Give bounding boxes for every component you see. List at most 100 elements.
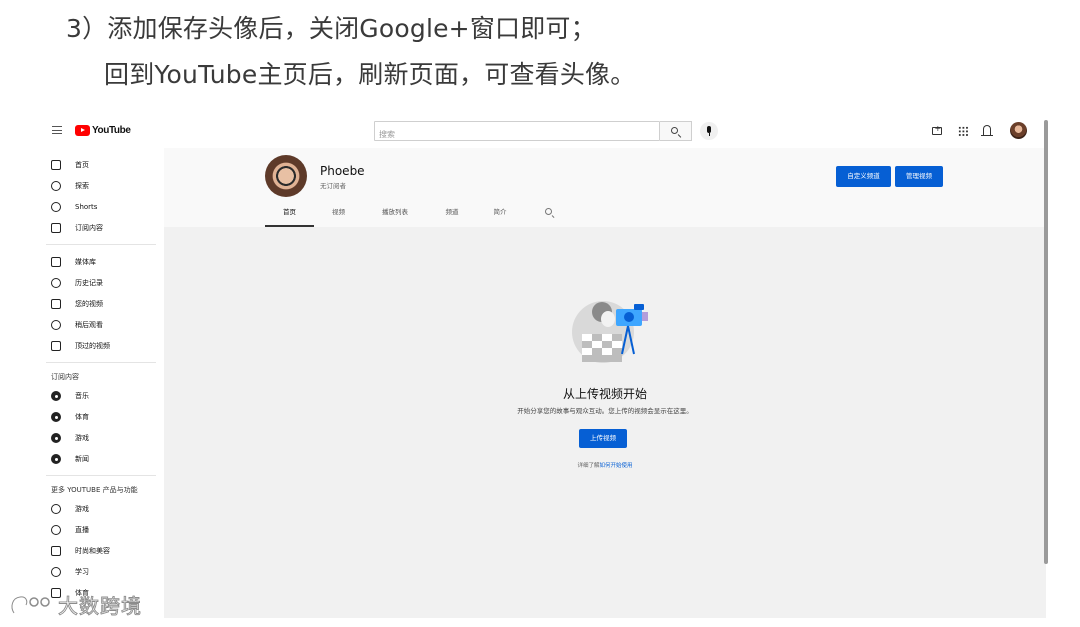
learn-more-text: 详细了解如何开始使用 (164, 461, 1046, 469)
apps-icon[interactable] (958, 126, 968, 136)
sidebar-item-shorts[interactable]: Shorts (46, 196, 156, 217)
heading-line-1: 3）添加保存头像后，关闭Google+窗口即可； (66, 14, 596, 43)
sidebar-more-title: 更多 YOUTUBE 产品与功能 (51, 486, 138, 494)
scrollbar[interactable] (1044, 120, 1048, 564)
empty-state-description: 开始分享您的故事与观众互动。您上传的视频会显示在这里。 (517, 407, 693, 415)
search-button[interactable] (660, 121, 692, 141)
channel-name: Phoebe (320, 164, 365, 178)
heading-line-2: 回到YouTube主页后，刷新页面，可查看头像。 (104, 60, 636, 89)
subscriber-count: 无订阅者 (320, 182, 346, 190)
youtube-logo[interactable]: YouTube (75, 125, 131, 136)
sidebar-item-label: Shorts (75, 202, 98, 211)
search-box[interactable] (374, 121, 660, 144)
sidebar-item-label: 您的视频 (75, 299, 103, 308)
sidebar-item-learning[interactable]: 学习 (46, 561, 156, 582)
learn-more-prefix: 详细了解 (577, 463, 600, 469)
sidebar-subscriptions-section: 订阅内容 音乐 体育 游戏 新闻 (46, 367, 156, 476)
sidebar-item-label: 时尚和美容 (75, 546, 110, 555)
sidebar-item-label: 探索 (75, 181, 89, 190)
trophy-icon (51, 411, 61, 422)
watermark-text: 大数跨境 (58, 594, 142, 619)
tab-playlists[interactable]: 播放列表 (363, 200, 427, 227)
watermark: 大数跨境 (8, 590, 142, 619)
logo-text: YouTube (92, 125, 131, 136)
history-icon (51, 277, 61, 288)
sidebar-item-label: 体育 (75, 412, 89, 421)
search-icon (671, 127, 678, 134)
channel-avatar[interactable] (265, 155, 307, 197)
top-bar: YouTube (40, 118, 1052, 146)
home-icon (51, 159, 61, 170)
slide-heading: 3）添加保存头像后，关闭Google+窗口即可； 回到YouTube主页后，刷新… (66, 12, 635, 92)
youtube-play-icon (75, 125, 90, 136)
channel-header: Phoebe 无订阅者 自定义频道 管理视频 首页 视频 播放列表 频道 简介 (164, 148, 1046, 227)
sidebar: 首页 探索 Shorts 订阅内容 媒体库 历史记录 您的视频 稍后观看 顶过的… (40, 152, 164, 618)
sidebar-item-watch-later[interactable]: 稍后观看 (46, 314, 156, 335)
search-input[interactable] (375, 125, 659, 144)
tab-home[interactable]: 首页 (265, 200, 314, 227)
sidebar-item-gaming[interactable]: 游戏 (46, 427, 156, 448)
thumbs-up-icon (51, 340, 61, 351)
sidebar-main-section: 首页 探索 Shorts 订阅内容 (46, 152, 156, 245)
channel-main: Phoebe 无订阅者 自定义频道 管理视频 首页 视频 播放列表 频道 简介 (164, 148, 1046, 618)
sidebar-item-fashion[interactable]: 时尚和美容 (46, 540, 156, 561)
camera-person-illustration (572, 301, 648, 363)
empty-state-title: 从上传视频开始 (562, 387, 647, 401)
sidebar-item-live[interactable]: 直播 (46, 519, 156, 540)
tab-about[interactable]: 简介 (477, 200, 523, 227)
sidebar-item-library[interactable]: 媒体库 (46, 251, 156, 272)
sidebar-item-label: 学习 (75, 567, 89, 576)
tab-channels[interactable]: 频道 (427, 200, 477, 227)
sidebar-item-games[interactable]: 游戏 (46, 498, 156, 519)
shorts-icon (51, 201, 61, 212)
sidebar-item-label: 游戏 (75, 433, 89, 442)
sidebar-library-section: 媒体库 历史记录 您的视频 稍后观看 顶过的视频 (46, 249, 156, 363)
watermark-logo-icon (10, 594, 50, 614)
sidebar-item-label: 游戏 (75, 504, 89, 513)
sidebar-item-label: 直播 (75, 525, 89, 534)
sidebar-item-label: 首页 (75, 160, 89, 169)
sidebar-item-label: 历史记录 (75, 278, 103, 287)
sidebar-item-label: 稍后观看 (75, 320, 103, 329)
sidebar-item-subscriptions[interactable]: 订阅内容 (46, 217, 156, 238)
sidebar-item-label: 订阅内容 (75, 223, 103, 232)
sidebar-item-label: 顶过的视频 (75, 341, 110, 350)
manage-videos-button[interactable]: 管理视频 (895, 166, 943, 187)
sidebar-item-label: 媒体库 (75, 257, 96, 266)
sidebar-item-news[interactable]: 新闻 (46, 448, 156, 469)
sidebar-item-history[interactable]: 历史记录 (46, 272, 156, 293)
create-icon[interactable] (932, 124, 942, 135)
compass-icon (51, 180, 61, 191)
your-videos-icon (51, 298, 61, 309)
news-icon (51, 453, 61, 464)
sidebar-item-music[interactable]: 音乐 (46, 385, 156, 406)
hanger-icon (51, 545, 61, 556)
upload-video-button[interactable]: 上传视频 (579, 429, 627, 448)
subscriptions-icon (51, 222, 61, 233)
live-icon (51, 524, 61, 535)
tab-search-icon[interactable] (545, 208, 552, 215)
channel-tabs: 首页 视频 播放列表 频道 简介 (265, 200, 552, 227)
bell-icon[interactable] (981, 125, 993, 136)
gamepad-icon (51, 503, 61, 514)
sidebar-item-explore[interactable]: 探索 (46, 175, 156, 196)
gaming-icon (51, 432, 61, 443)
avatar[interactable] (1010, 122, 1027, 139)
youtube-screenshot: YouTube 首页 探索 Shorts 订阅内容 媒体库 历史记录 您的视频 … (40, 118, 1052, 618)
music-icon (51, 390, 61, 401)
tab-videos[interactable]: 视频 (314, 200, 363, 227)
customize-channel-button[interactable]: 自定义频道 (836, 166, 891, 187)
menu-icon[interactable] (52, 126, 62, 134)
library-icon (51, 256, 61, 267)
sidebar-item-label: 新闻 (75, 454, 89, 463)
mic-icon[interactable] (700, 122, 718, 140)
clock-icon (51, 319, 61, 330)
sidebar-item-home[interactable]: 首页 (46, 154, 156, 175)
bulb-icon (51, 566, 61, 577)
sidebar-item-liked-videos[interactable]: 顶过的视频 (46, 335, 156, 356)
sidebar-item-label: 音乐 (75, 391, 89, 400)
learn-more-link[interactable]: 如何开始使用 (600, 463, 633, 469)
sidebar-item-your-videos[interactable]: 您的视频 (46, 293, 156, 314)
sidebar-item-sports[interactable]: 体育 (46, 406, 156, 427)
sidebar-subscriptions-title: 订阅内容 (51, 373, 79, 381)
